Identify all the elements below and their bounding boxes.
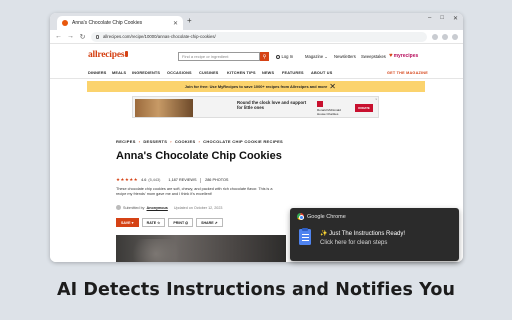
updated-date: Updated on October 12, 2023 — [173, 205, 223, 210]
person-icon — [276, 54, 280, 59]
close-window-icon[interactable]: ✕ — [453, 15, 458, 22]
notification-title: ✨ Just The Instructions Ready! — [320, 231, 406, 237]
lock-icon — [96, 34, 99, 39]
breadcrumb-item[interactable]: RECIPES — [116, 139, 136, 144]
save-button[interactable]: SAVE ♥ — [116, 218, 139, 227]
tab-bar: Anna's Chocolate Chip Cookies ✕ + – □ ✕ — [50, 13, 463, 30]
rate-button[interactable]: RATE ☆ — [141, 218, 166, 227]
rating-value: 4.6 — [141, 178, 147, 182]
recipe-description: These chocolate chip cookies are soft, c… — [116, 187, 273, 197]
browser-toolbar: ← → ↻ allrecipes.com/recipe/10000/annas-… — [50, 30, 463, 44]
ad-image — [135, 99, 193, 117]
sweepstakes-link[interactable]: Sweepstakes — [361, 54, 386, 59]
tab-close-icon[interactable]: ✕ — [173, 20, 178, 27]
search-button[interactable]: ⚲ — [260, 52, 269, 61]
nav-features[interactable]: FEATURES — [282, 71, 304, 75]
author-link[interactable]: Anonymous — [147, 206, 168, 210]
nav-occasions[interactable]: OCCASIONS — [167, 71, 192, 75]
url-text: allrecipes.com/recipe/10000/annas-chocol… — [103, 34, 216, 39]
notification-app-name: Google Chrome — [307, 213, 346, 220]
byline: Submitted by Anonymous Updated on Octobe… — [116, 205, 222, 210]
ad-brand-logo: Ronald McDonald House Charities — [317, 101, 347, 116]
login-link[interactable]: Log In — [276, 54, 293, 59]
nav-about-us[interactable]: ABOUT US — [311, 71, 332, 75]
window-controls: – □ ✕ — [428, 15, 458, 22]
clipboard-icon — [299, 228, 311, 245]
allrecipes-logo[interactable]: allrecipes — [88, 50, 129, 60]
forward-icon[interactable]: → — [67, 33, 74, 40]
notification-header: Google Chrome — [297, 213, 346, 220]
ad-donate-button[interactable]: DONATE — [355, 104, 373, 112]
newsletters-link[interactable]: Newsletters — [334, 54, 356, 59]
promo-caption: AI Detects Instructions and Notifies You — [56, 280, 456, 300]
page-title: Anna's Chocolate Chip Cookies — [116, 150, 282, 162]
magazine-menu[interactable]: Magazine ⌄ — [305, 54, 328, 59]
photos-link[interactable]: 286 PHOTOS — [205, 178, 228, 182]
recipe-actions: SAVE ♥ RATE ☆ PRINT ⎙ SHARE ⇗ — [116, 218, 223, 227]
share-button[interactable]: SHARE ⇗ — [196, 218, 223, 227]
nav-news[interactable]: NEWS — [262, 71, 274, 75]
menu-icon[interactable] — [452, 33, 458, 40]
allrecipes-favicon-icon — [62, 20, 68, 26]
nav-kitchen-tips[interactable]: KITCHEN TIPS — [227, 71, 256, 75]
chrome-icon — [297, 213, 304, 220]
rating-row: ★★★★★ 4.6 (5,443) 1,187 REVIEWS 286 PHOT… — [116, 177, 228, 183]
notification-body: Click here for clean steps — [320, 240, 388, 246]
address-bar[interactable]: allrecipes.com/recipe/10000/annas-chocol… — [91, 31, 427, 42]
ad-headline: Round the clock love and support for lit… — [237, 100, 307, 110]
nav-cuisines[interactable]: CUISINES — [199, 71, 219, 75]
breadcrumb-item[interactable]: COOKIES — [175, 139, 196, 144]
minimize-icon[interactable]: – — [428, 15, 431, 22]
maximize-icon[interactable]: □ — [440, 15, 444, 22]
recipe-photo[interactable] — [116, 235, 286, 262]
avatar — [116, 205, 121, 210]
print-button[interactable]: PRINT ⎙ — [168, 218, 194, 227]
nav-ingredients[interactable]: INGREDIENTS — [132, 71, 160, 75]
back-icon[interactable]: ← — [55, 33, 62, 40]
close-icon[interactable]: ✕ — [329, 82, 336, 91]
divider — [200, 177, 202, 183]
reviews-link[interactable]: 1,187 REVIEWS — [168, 178, 196, 182]
ad-close-icon[interactable]: x — [376, 97, 378, 101]
ad-banner[interactable]: Round the clock love and support for lit… — [132, 96, 379, 118]
reload-icon[interactable]: ↻ — [79, 33, 86, 41]
extension-icon[interactable] — [432, 33, 438, 40]
chrome-notification[interactable]: Google Chrome ✨ Just The Instructions Re… — [290, 208, 459, 261]
toolbar-icons — [432, 33, 458, 40]
site-header: allrecipes Find a recipe or ingredient ⚲… — [50, 44, 463, 79]
main-nav: DINNERS MEALS INGREDIENTS OCCASIONS CUIS… — [50, 69, 463, 79]
tab-recipe[interactable]: Anna's Chocolate Chip Cookies ✕ — [57, 16, 183, 30]
breadcrumb-item[interactable]: CHOCOLATE CHIP COOKIE RECIPES — [203, 139, 283, 144]
nav-dinners[interactable]: DINNERS — [88, 71, 107, 75]
new-tab-icon[interactable]: + — [187, 16, 192, 25]
myrecipes-link[interactable]: ♥ myrecipes — [389, 53, 418, 59]
profile-icon[interactable] — [442, 33, 448, 40]
heart-icon: ♥ — [389, 53, 393, 59]
rating-stars[interactable]: ★★★★★ — [116, 177, 138, 183]
tab-title: Anna's Chocolate Chip Cookies — [72, 20, 143, 26]
byline-prefix: Submitted by — [123, 205, 145, 210]
rating-count: (5,443) — [148, 178, 161, 182]
promo-text: Join for free: Use MyRecipes to save 100… — [184, 84, 328, 89]
breadcrumb-item[interactable]: DESSERTS — [143, 139, 167, 144]
get-magazine-link[interactable]: GET THE MAGAZINE — [387, 71, 428, 75]
promo-banner[interactable]: Join for free: Use MyRecipes to save 100… — [87, 81, 425, 92]
breadcrumb: RECIPES › DESSERTS › COOKIES › CHOCOLATE CHIP … — [116, 139, 284, 144]
search-input[interactable]: Find a recipe or ingredient — [178, 52, 260, 61]
nav-meals[interactable]: MEALS — [112, 71, 126, 75]
